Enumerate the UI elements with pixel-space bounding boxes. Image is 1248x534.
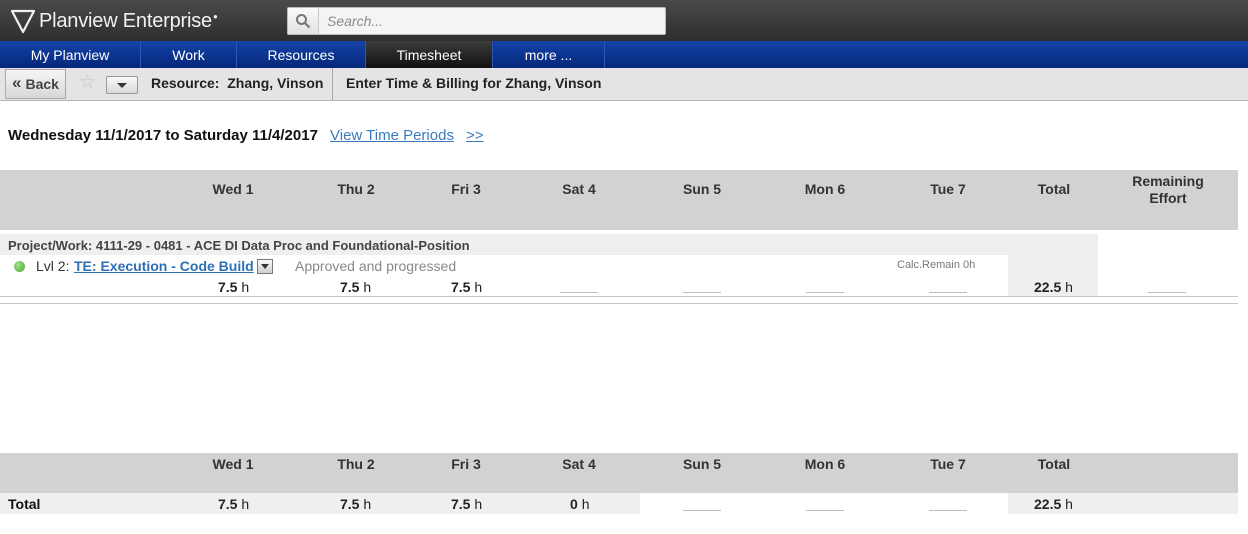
total-fri: 7.5 h [451, 496, 483, 512]
toolbar-divider [332, 68, 333, 100]
calc-remain: Calc.Remain 0h [897, 259, 976, 271]
period-range: Wednesday 11/1/2017 to Saturday 11/4/201… [8, 127, 318, 144]
totals-label: Total [8, 496, 41, 512]
total-thu: 7.5 h [340, 496, 372, 512]
resource-label: Resource: Zhang, Vinson [151, 75, 324, 91]
hours-fri[interactable]: 7.5 h [451, 279, 482, 295]
back-button[interactable]: « Back [5, 69, 66, 99]
col-remaining-effort: Effort [1149, 190, 1187, 206]
chevron-down-icon [261, 264, 269, 269]
total-mon-blank [806, 510, 844, 511]
col-fri: Fri 3 [451, 456, 481, 472]
col-tue: Tue 7 [930, 181, 966, 197]
task-link[interactable]: TE: Execution - Code Build [74, 258, 254, 274]
hours-tue-input[interactable] [929, 292, 967, 293]
search-button[interactable] [288, 8, 319, 34]
col-thu: Thu 2 [337, 456, 375, 472]
search-box [287, 7, 666, 35]
col-sun: Sun 5 [682, 456, 722, 472]
planview-logo-icon [10, 9, 36, 34]
star-icon[interactable]: ☆ [79, 71, 96, 94]
totals-row [0, 493, 640, 514]
col-tue: Tue 7 [930, 456, 966, 472]
total-sun-blank [683, 510, 721, 511]
col-sat: Sat 4 [562, 181, 596, 197]
hours-total: 22.5 h [1034, 279, 1073, 295]
search-icon [296, 14, 311, 29]
total-tue-blank [929, 510, 967, 511]
task-level: Lvl 2: [36, 258, 70, 274]
col-total: Total [1037, 181, 1071, 197]
double-chevron-left-icon: « [12, 72, 22, 92]
nav-more[interactable]: more ... [493, 41, 605, 68]
col-sat: Sat 4 [562, 456, 596, 472]
divider [0, 296, 1238, 297]
hours-thu[interactable]: 7.5 h [340, 279, 371, 295]
trademark-icon: ● [212, 11, 218, 21]
project-title: Project/Work: 4111-29 - 0481 - ACE DI Da… [8, 238, 470, 253]
nav-resources[interactable]: Resources [237, 41, 366, 68]
nav-work[interactable]: Work [141, 41, 237, 68]
nav-my-planview[interactable]: My Planview [0, 41, 141, 68]
column-header-top [0, 170, 1238, 230]
view-time-periods-link[interactable]: View Time Periods [330, 127, 454, 144]
col-sun: Sun 5 [682, 181, 722, 197]
status-dot-icon [14, 261, 25, 272]
total-sat: 0 h [570, 496, 590, 512]
hours-wed[interactable]: 7.5 h [218, 279, 249, 295]
nav-timesheet[interactable]: Timesheet [366, 41, 493, 68]
total-grand: 22.5 h [1034, 496, 1073, 512]
chevron-down-icon [117, 82, 127, 88]
task-menu-button[interactable] [257, 259, 273, 274]
col-wed: Wed 1 [212, 181, 254, 197]
page-title: Enter Time & Billing for Zhang, Vinson [346, 75, 602, 91]
toolbar: « Back ☆ Resource: Zhang, Vinson Enter T… [0, 68, 1248, 101]
col-fri: Fri 3 [451, 181, 481, 197]
planview-logo[interactable]: Planview Enterprise ● [10, 7, 218, 35]
remaining-effort-input[interactable] [1148, 292, 1186, 293]
col-total: Total [1037, 456, 1071, 472]
col-thu: Thu 2 [337, 181, 375, 197]
hours-sun-input[interactable] [683, 292, 721, 293]
app-name: Planview Enterprise [39, 9, 212, 32]
top-header: Planview Enterprise ● [0, 0, 1248, 41]
col-mon: Mon 6 [804, 456, 846, 472]
divider [0, 303, 1238, 304]
task-status: Approved and progressed [295, 258, 457, 274]
hours-sat-input[interactable] [560, 292, 598, 293]
search-input[interactable] [327, 9, 647, 33]
next-period-link[interactable]: >> [466, 127, 484, 144]
col-mon: Mon 6 [804, 181, 846, 197]
col-remaining: Remaining [1132, 173, 1204, 189]
hours-mon-input[interactable] [806, 292, 844, 293]
favorites-dropdown-button[interactable] [106, 76, 138, 94]
back-label: Back [25, 76, 59, 92]
main-nav: My Planview Work Resources Timesheet mor… [0, 41, 1248, 68]
total-wed: 7.5 h [218, 496, 250, 512]
col-wed: Wed 1 [212, 456, 254, 472]
